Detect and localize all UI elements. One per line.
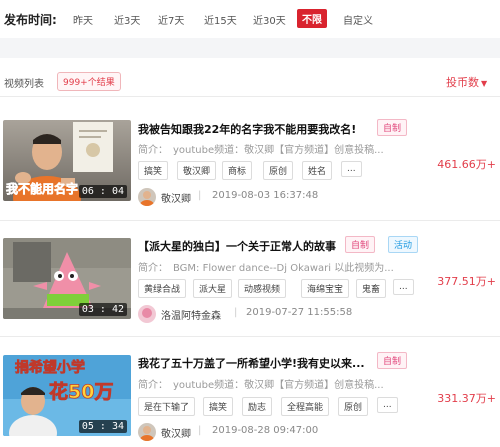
filter-option-yesterday[interactable]: 昨天 xyxy=(73,12,93,27)
video-description: 简介： BGM: Flower dance--Dj Okawari 以此视频为.… xyxy=(138,263,394,274)
publish-datetime: 2019-08-03 16:37:48 xyxy=(212,190,319,201)
thumbnail-caption: 我不能用名字 xyxy=(6,182,79,197)
video-duration: 03 : 42 xyxy=(78,303,127,316)
video-tag-chip[interactable]: 敬汉卿 xyxy=(177,161,217,180)
filter-option-15-days[interactable]: 近15天 xyxy=(204,12,237,27)
filter-option-unlimited[interactable]: 不限 xyxy=(297,9,327,28)
self-made-badge: 自制 xyxy=(377,352,408,369)
video-tag-chip[interactable]: 搞笑 xyxy=(203,397,234,416)
divider-pipe: | xyxy=(234,307,238,318)
video-description: 简介： youtube频道：敬汉卿【官方频道】创意投稿... xyxy=(138,145,384,156)
author-name-link[interactable]: 洛温阿特金森 xyxy=(161,307,221,322)
video-duration: 05 : 34 xyxy=(78,420,127,433)
video-title-link[interactable]: 我被告知跟我22年的名字我不能用要我改名! xyxy=(138,121,356,137)
video-duration: 06 : 04 xyxy=(78,185,127,198)
thumbnail-caption-bottom: 花50万 xyxy=(49,381,114,404)
video-tag-chip[interactable]: 全程高能 xyxy=(281,397,330,416)
self-made-badge: 自制 xyxy=(345,236,376,253)
video-tag-chip[interactable]: 是在下输了 xyxy=(138,397,196,416)
video-tag-chip[interactable]: 商标 xyxy=(222,161,253,180)
results-count-badge: 999+个结果 xyxy=(57,72,121,91)
header-divider xyxy=(0,96,500,97)
author-avatar[interactable] xyxy=(138,188,156,206)
publish-datetime: 2019-08-28 09:47:00 xyxy=(212,425,319,436)
divider-pipe: | xyxy=(198,190,202,201)
divider-pipe: | xyxy=(198,425,202,436)
self-made-badge: 自制 xyxy=(377,119,408,136)
video-tag-chip[interactable]: 鬼畜 xyxy=(356,279,387,298)
video-thumbnail[interactable]: 03 : 42 xyxy=(3,238,131,319)
video-title-link[interactable]: 【派大星的独白】一个关于正常人的故事 xyxy=(138,238,336,254)
video-tag-chip[interactable]: 姓名 xyxy=(302,161,333,180)
filter-option-7-days[interactable]: 近7天 xyxy=(158,12,184,27)
row-divider xyxy=(0,336,500,337)
author-avatar[interactable] xyxy=(138,423,156,441)
filter-label: 发布时间: xyxy=(4,13,57,27)
video-thumbnail[interactable]: 我不能用名字 06 : 04 xyxy=(3,120,131,201)
coin-count: 461.66万+ xyxy=(437,158,496,171)
publish-datetime: 2019-07-27 11:55:58 xyxy=(246,307,353,318)
video-tag-chip[interactable]: 黄绿合战 xyxy=(138,279,187,298)
video-description: 简介： youtube频道：敬汉卿【官方频道】创意投稿... xyxy=(138,380,384,391)
row-divider xyxy=(0,220,500,221)
coin-count: 377.51万+ xyxy=(437,275,496,288)
video-tag-chip[interactable]: 搞笑 xyxy=(138,161,169,180)
author-name-link[interactable]: 敬汉卿 xyxy=(161,425,191,440)
video-tag-chip[interactable]: 原创 xyxy=(263,161,294,180)
event-badge: 活动 xyxy=(388,236,419,253)
author-name-link[interactable]: 敬汉卿 xyxy=(161,190,191,205)
video-thumbnail[interactable]: 捐希望小学 花50万 05 : 34 xyxy=(3,355,131,436)
video-list-title: 视频列表 xyxy=(4,79,44,90)
filter-option-30-days[interactable]: 近30天 xyxy=(253,12,286,27)
publish-time-filter-bar: 发布时间: 昨天 近3天 近7天 近15天 近30天 不限 自定义 xyxy=(0,0,500,37)
more-tags-chip[interactable]: ... xyxy=(393,279,414,295)
video-title-link[interactable]: 我花了五十万盖了一所希望小学!我有史以来... xyxy=(138,355,365,371)
author-avatar[interactable] xyxy=(138,305,156,323)
more-tags-chip[interactable]: ... xyxy=(341,161,362,177)
video-tag-chip[interactable]: 励志 xyxy=(242,397,273,416)
video-tag-chip[interactable]: 海绵宝宝 xyxy=(301,279,350,298)
video-tag-chip[interactable]: 派大星 xyxy=(193,279,233,298)
section-gap xyxy=(0,38,500,58)
sort-label: 投币数 xyxy=(446,76,479,89)
sort-by-coins-dropdown[interactable]: 投币数 ▼ xyxy=(446,74,487,90)
more-tags-chip[interactable]: ... xyxy=(377,397,398,413)
filter-option-custom[interactable]: 自定义 xyxy=(343,12,373,27)
chevron-down-icon: ▼ xyxy=(481,79,488,88)
video-tag-chip[interactable]: 原创 xyxy=(338,397,369,416)
thumbnail-caption-top: 捐希望小学 xyxy=(15,360,86,377)
video-tag-chip[interactable]: 动感视频 xyxy=(238,279,287,298)
coin-count: 331.37万+ xyxy=(437,392,496,405)
filter-option-3-days[interactable]: 近3天 xyxy=(114,12,140,27)
